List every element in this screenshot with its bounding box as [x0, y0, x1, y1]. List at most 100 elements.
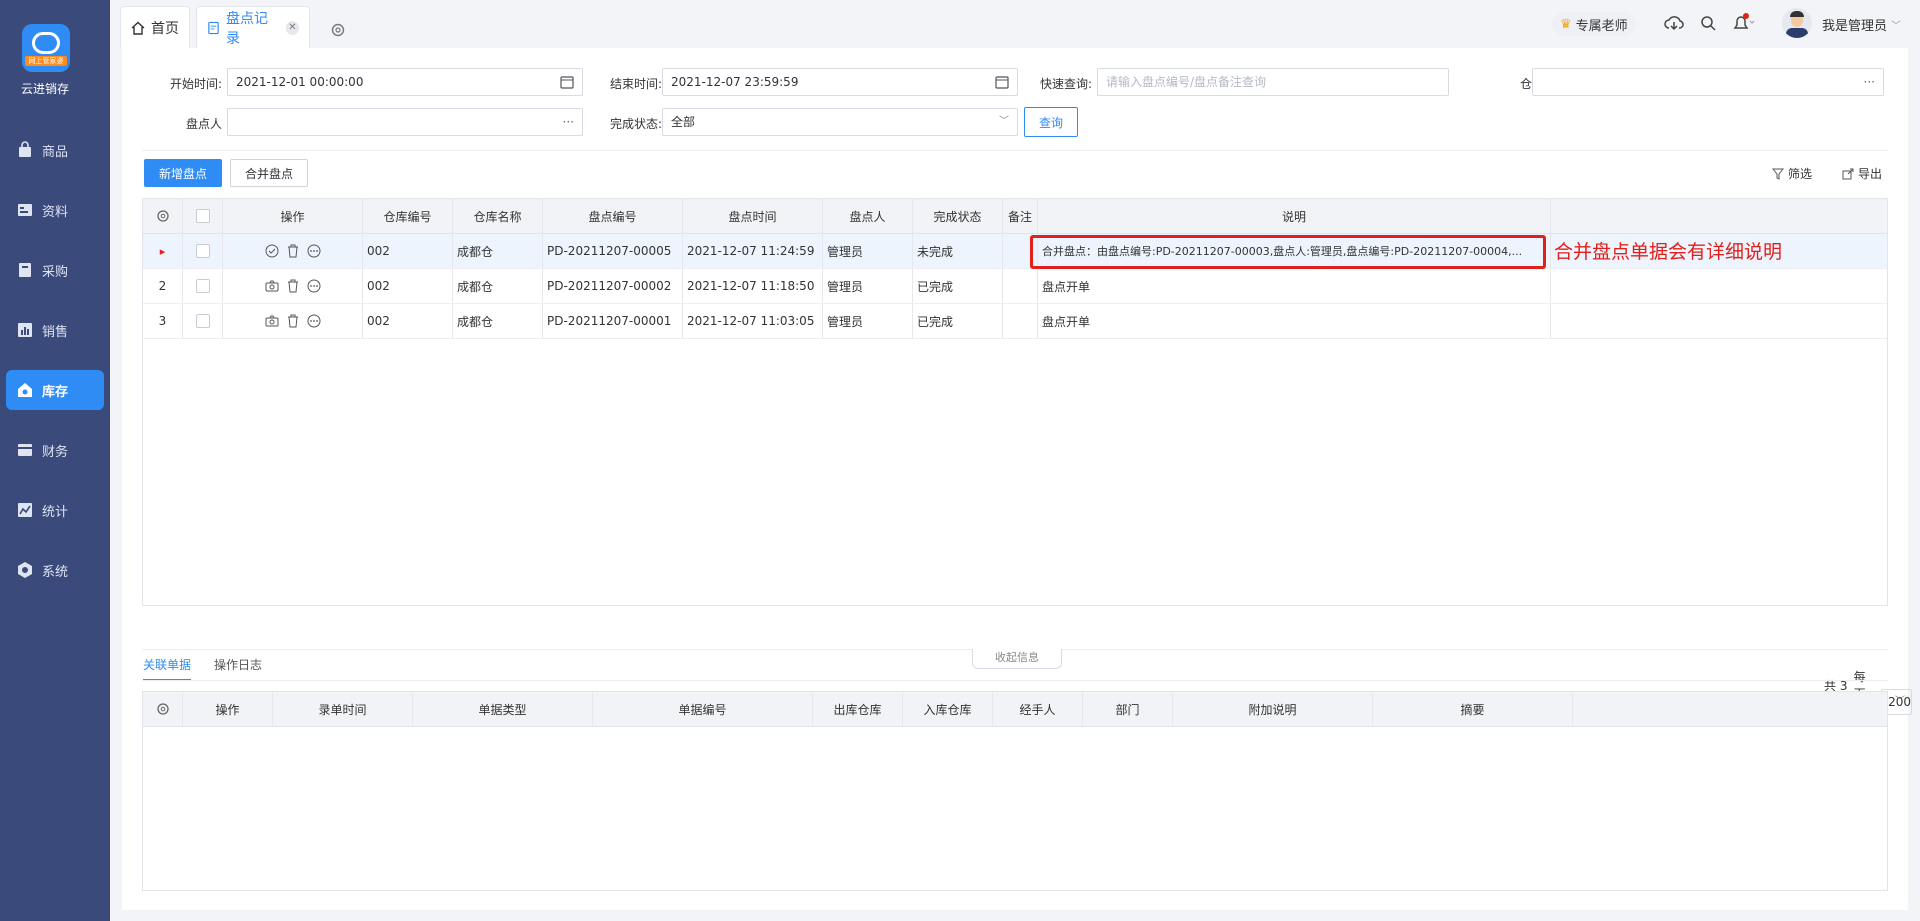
trash-icon[interactable] [287, 279, 299, 293]
ops-cell [223, 304, 363, 338]
tab-operation-log[interactable]: 操作日志 [214, 656, 262, 673]
sidebar-item-finance[interactable]: 财务 [6, 430, 104, 470]
camera-icon[interactable] [265, 279, 279, 293]
merge-stocktake-button[interactable]: 合并盘点 [230, 159, 308, 187]
exclusive-teacher-button[interactable]: ♛ 专属老师 [1552, 12, 1636, 36]
trash-icon[interactable] [287, 314, 299, 328]
row-checkbox-cell[interactable] [183, 234, 223, 268]
header-cell[interactable]: 部门 [1083, 692, 1173, 726]
status-select[interactable]: 全部 ﹀ [662, 108, 1018, 136]
note-cell [1003, 304, 1038, 338]
warehouse-select[interactable]: ··· [1532, 68, 1884, 96]
tab-stocktake-records[interactable]: 盘点记录 ✕ [196, 6, 310, 48]
header-cell[interactable]: 盘点编号 [543, 199, 683, 233]
sidebar-item-goods[interactable]: 商品 [6, 130, 104, 170]
header-cell[interactable]: 单据类型 [413, 692, 593, 726]
warehouse-name-cell: 成都仓 [453, 234, 543, 268]
row-checkbox[interactable] [195, 314, 210, 328]
more-options-icon[interactable]: ··· [563, 109, 574, 135]
sidebar-item-inventory[interactable]: 库存 [6, 370, 104, 410]
header-cell[interactable]: 完成状态 [913, 199, 1003, 233]
sidebar-item-label: 资料 [42, 204, 69, 220]
sidebar-item-system[interactable]: 系统 [6, 550, 104, 590]
select-all-cell[interactable] [183, 199, 223, 233]
filter-button[interactable]: 筛选 [1772, 165, 1812, 182]
ops-cell [223, 234, 363, 268]
tab-settings-gear-icon[interactable] [330, 22, 346, 38]
select-all-checkbox[interactable] [195, 209, 210, 223]
header-cell[interactable]: 备注 [1003, 199, 1038, 233]
row-checkbox[interactable] [195, 279, 210, 293]
collapse-info-toggle[interactable]: 收起信息 [972, 649, 1062, 669]
cloud-download-icon[interactable] [1664, 14, 1684, 32]
logo-text: 网上管家婆 [25, 56, 67, 66]
column-settings-cell[interactable] [143, 199, 183, 233]
table-row[interactable]: 3 002 成都仓 PD-20211207-00001 2021-12-07 1… [143, 304, 1887, 339]
sidebar-item-label: 系统 [42, 564, 69, 580]
more-circle-icon[interactable] [307, 244, 321, 258]
query-button[interactable]: 查询 [1024, 107, 1078, 137]
search-icon[interactable] [1700, 15, 1716, 31]
gear-icon[interactable] [156, 209, 170, 223]
row-checkbox[interactable] [195, 244, 210, 258]
note-cell [1003, 269, 1038, 303]
calendar-icon[interactable] [995, 75, 1009, 89]
warehouse-icon [18, 383, 32, 397]
sidebar-item-profile[interactable]: 资料 [6, 190, 104, 230]
divider [142, 680, 1888, 681]
finance-icon [18, 444, 32, 456]
row-checkbox-cell[interactable] [183, 269, 223, 303]
tab-related-docs[interactable]: 关联单据 [143, 656, 192, 681]
export-button[interactable]: 导出 [1842, 165, 1882, 182]
end-time-input[interactable]: 2021-12-07 23:59:59 [662, 68, 1018, 96]
header-cell: 操作 [223, 199, 363, 233]
sidebar-item-purchase[interactable]: 采购 [6, 250, 104, 290]
funnel-icon [1772, 168, 1784, 180]
header-cell[interactable]: 入库仓库 [903, 692, 993, 726]
row-checkbox-cell[interactable] [183, 304, 223, 338]
counter-cell: 管理员 [823, 234, 913, 268]
header-cell[interactable]: 说明 [1038, 199, 1551, 233]
header-cell[interactable]: 盘点时间 [683, 199, 823, 233]
header-cell[interactable]: 仓库名称 [453, 199, 543, 233]
avatar[interactable] [1782, 8, 1812, 38]
check-circle-icon[interactable] [265, 244, 279, 258]
counter-label: 盘点人 [185, 117, 222, 131]
stocktake-code-cell: PD-20211207-00001 [543, 304, 683, 338]
sidebar: 网上管家婆 云进销存 商品 资料 采购 销售 库存 财务 统计 系统 [0, 0, 110, 921]
app-logo[interactable]: 网上管家婆 [22, 24, 70, 72]
start-time-input[interactable]: 2021-12-01 00:00:00 [227, 68, 583, 96]
calendar-icon[interactable] [560, 75, 574, 89]
header-cell[interactable]: 摘要 [1373, 692, 1573, 726]
user-menu[interactable]: 我是管理员 ﹀ [1822, 12, 1901, 36]
more-options-icon[interactable]: ··· [1864, 69, 1875, 95]
tab-home[interactable]: 首页 [120, 6, 190, 48]
new-stocktake-button[interactable]: 新增盘点 [144, 159, 222, 187]
header-cell[interactable]: 仓库编号 [363, 199, 453, 233]
camera-icon[interactable] [265, 314, 279, 328]
close-tab-icon[interactable]: ✕ [286, 20, 299, 35]
main-panel: 开始时间: 2021-12-01 00:00:00 结束时间: 2021-12-… [122, 48, 1913, 910]
header-cell[interactable]: 录单时间 [273, 692, 413, 726]
quick-search-label: 快速查询: [1039, 77, 1092, 91]
sidebar-item-label: 销售 [42, 324, 69, 340]
header-cell[interactable]: 盘点人 [823, 199, 913, 233]
chevron-down-icon: ﹀ [1891, 20, 1902, 32]
status-cell: 已完成 [913, 269, 1003, 303]
more-circle-icon[interactable] [307, 314, 321, 328]
header-cell[interactable]: 附加说明 [1173, 692, 1373, 726]
gear-icon[interactable] [156, 702, 170, 716]
column-settings-cell[interactable] [143, 692, 183, 726]
table-row[interactable]: 2 002 成都仓 PD-20211207-00002 2021-12-07 1… [143, 269, 1887, 304]
sidebar-item-statistics[interactable]: 统计 [6, 490, 104, 530]
counter-select[interactable]: ··· [227, 108, 583, 136]
sidebar-item-sales[interactable]: 销售 [6, 310, 104, 350]
quick-search-input[interactable]: 请输入盘点编号/盘点备注查询 [1097, 68, 1449, 96]
header-cell[interactable]: 经手人 [993, 692, 1083, 726]
more-circle-icon[interactable] [307, 279, 321, 293]
header-cell[interactable]: 出库仓库 [813, 692, 903, 726]
header-cell[interactable]: 单据编号 [593, 692, 813, 726]
bell-icon[interactable] [1732, 13, 1756, 33]
sidebar-item-label: 统计 [42, 504, 69, 520]
trash-icon[interactable] [287, 244, 299, 258]
